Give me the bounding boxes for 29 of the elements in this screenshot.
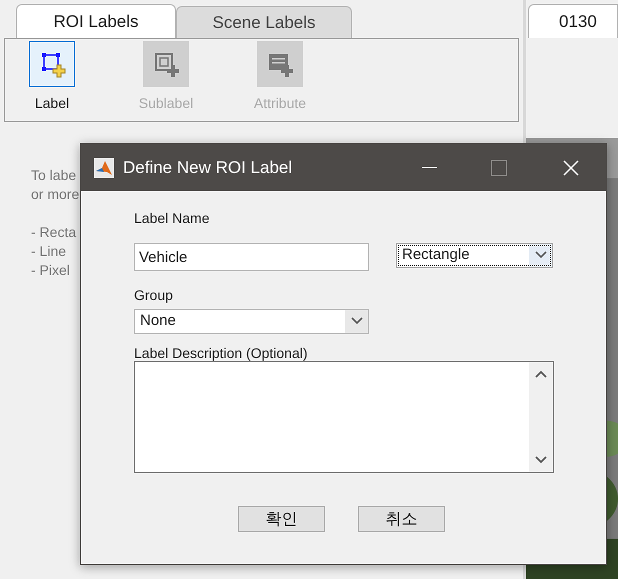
chevron-down-icon <box>535 456 547 464</box>
help-text: - Recta <box>31 223 76 242</box>
app-logo-icon <box>94 158 114 178</box>
help-text: - Line <box>31 242 66 261</box>
help-text: - Pixel <box>31 261 70 280</box>
dialog-button[interactable]: 확인 <box>238 506 325 532</box>
chevron-down-icon <box>534 251 546 260</box>
tab[interactable]: 0130 <box>528 4 618 38</box>
input-field[interactable]: Vehicle <box>134 243 369 271</box>
help-text: To labe <box>31 166 76 185</box>
close-button[interactable] <box>562 158 580 176</box>
tool-label: Label <box>34 94 70 113</box>
chevron-down-icon <box>350 317 362 326</box>
window-title: Define New ROI Label <box>123 156 294 179</box>
field-label: Group <box>134 286 173 303</box>
label-tool-button[interactable] <box>29 41 75 87</box>
maximize-button[interactable] <box>491 160 507 176</box>
field-label: Label Description (Optional) <box>134 344 308 360</box>
dropdown[interactable]: None <box>134 309 369 334</box>
scrollbar[interactable] <box>529 362 553 472</box>
field-label: Label Name <box>134 209 210 226</box>
dropdown[interactable]: Rectangle <box>396 243 553 268</box>
tab[interactable]: Scene Labels <box>176 6 352 38</box>
dialog-button[interactable]: 취소 <box>358 506 445 532</box>
tab[interactable]: ROI Labels <box>16 4 176 38</box>
tool-label: Attribute <box>254 94 306 113</box>
tool-label: Sublabel <box>138 94 194 113</box>
chevron-up-icon <box>535 370 547 378</box>
help-text: or more <box>31 185 80 204</box>
